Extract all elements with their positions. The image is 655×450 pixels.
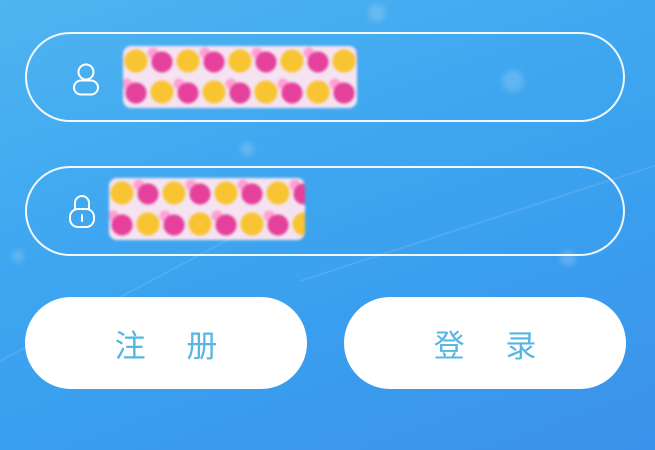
login-button[interactable]: 登 录 [344,297,626,389]
password-field[interactable] [25,166,625,256]
register-button[interactable]: 注 册 [25,297,307,389]
user-icon [69,61,103,97]
password-obscured-value [109,178,305,240]
username-field[interactable] [25,32,625,122]
username-obscured-value [123,46,357,108]
lock-icon [65,192,99,228]
